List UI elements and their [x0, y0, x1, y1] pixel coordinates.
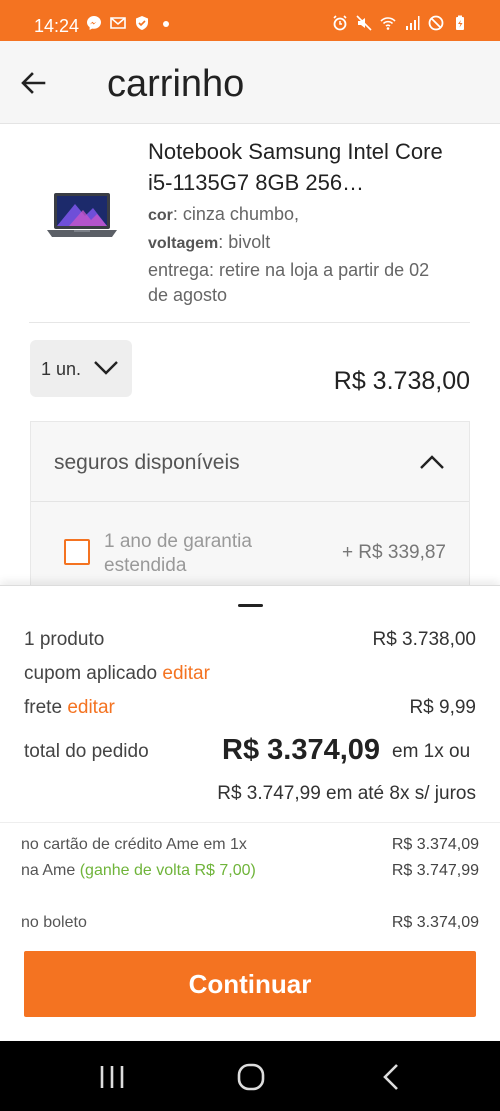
quantity-select[interactable]: 1 un.: [30, 340, 132, 397]
total-label: total do pedido: [24, 741, 149, 762]
product-color: cor: cinza chumbo,: [148, 204, 299, 225]
coupon-label: cupom aplicado: [24, 663, 158, 684]
payment-value: R$ 3.747,99: [391, 862, 479, 879]
alarm-icon: [333, 15, 347, 31]
status-right-icons: [332, 15, 468, 31]
page-title: carrinho: [107, 63, 245, 105]
quantity-value: 1 un.: [41, 359, 82, 379]
signal-icon: [406, 16, 420, 30]
payment-value: R$ 3.374,09: [391, 914, 479, 931]
coupon-edit-link[interactable]: editar: [162, 663, 210, 684]
cashback-text: (ganhe de volta R$ 7,00): [79, 862, 256, 879]
sheet-drag-handle[interactable]: [238, 604, 263, 607]
insurance-header[interactable]: seguros disponíveis: [31, 422, 469, 502]
home-icon[interactable]: [237, 1063, 265, 1091]
summary-products-row: 1 produto R$ 3.738,00: [24, 629, 476, 651]
products-label: 1 produto: [24, 629, 105, 650]
installments-text: R$ 3.747,99 em até 8x s/ juros: [217, 783, 476, 804]
status-time: 14:24: [34, 16, 80, 36]
messenger-icon: [87, 16, 101, 30]
system-nav-bar: [0, 1041, 500, 1111]
mute-icon: [356, 15, 372, 31]
insurance-section: seguros disponíveis 1 ano de garantia es…: [30, 421, 470, 591]
divider: [29, 322, 470, 323]
product-voltage: voltagem: bivolt: [148, 232, 270, 253]
continue-button[interactable]: Continuar: [24, 951, 476, 1017]
voltage-value: : bivolt: [218, 232, 271, 252]
back-nav-icon[interactable]: [378, 1063, 406, 1091]
payment-row-ame: na Ame (ganhe de volta R$ 7,00) R$ 3.747…: [21, 862, 479, 880]
warranty-checkbox[interactable]: [64, 539, 90, 565]
wifi-icon: [380, 17, 396, 30]
total-suffix: em 1x ou: [392, 741, 471, 762]
battery-icon: [456, 15, 464, 30]
email-icon: [110, 17, 126, 29]
payment-value: R$ 3.374,09: [391, 836, 479, 853]
shield-icon: [136, 16, 148, 30]
shipping-edit-link[interactable]: editar: [67, 697, 115, 718]
arrow-left-icon[interactable]: [18, 68, 48, 98]
payment-label: no boleto: [21, 914, 87, 931]
warranty-option-label[interactable]: 1 ano de garantia estendida: [104, 530, 304, 578]
payment-label: no cartão de crédito Ame em 1x: [21, 836, 247, 853]
color-value: : cinza chumbo,: [172, 204, 299, 224]
products-value: R$ 3.738,00: [372, 629, 476, 650]
item-price: R$ 3.738,00: [333, 367, 470, 395]
product-name[interactable]: Notebook Samsung Intel Core i5-1135G7 8G…: [148, 136, 448, 198]
status-bar: 14:24: [0, 0, 500, 41]
summary-coupon-row: cupom aplicado editar: [24, 663, 476, 685]
payment-row-boleto: no boleto R$ 3.374,09: [21, 914, 479, 932]
recent-apps-icon[interactable]: [98, 1063, 126, 1091]
chevron-down-icon: [94, 361, 118, 375]
shipping-value: R$ 9,99: [409, 697, 476, 718]
no-disturb-icon: [428, 15, 444, 31]
summary-shipping-row: frete editar R$ 9,99: [24, 697, 476, 719]
payment-label: na Ame: [21, 862, 76, 879]
product-thumbnail[interactable]: [44, 186, 120, 246]
dot-icon: [163, 21, 169, 27]
chevron-up-icon: [420, 455, 444, 469]
status-left-icons: [86, 15, 174, 31]
payment-row-ame-card: no cartão de crédito Ame em 1x R$ 3.374,…: [21, 836, 479, 854]
insurance-title: seguros disponíveis: [54, 451, 240, 474]
total-value: R$ 3.374,09: [222, 734, 381, 766]
warranty-option-price: + R$ 339,87: [341, 542, 446, 563]
delivery-info: entrega: retire na loja a partir de 02 d…: [148, 260, 430, 305]
color-label: cor: [148, 207, 173, 224]
order-summary-sheet: 1 produto R$ 3.738,00 cupom aplicado edi…: [0, 585, 500, 1040]
voltage-label: voltagem: [148, 235, 219, 252]
app-bar: carrinho: [0, 41, 500, 124]
shipping-label: frete: [24, 697, 63, 718]
divider: [0, 822, 500, 823]
